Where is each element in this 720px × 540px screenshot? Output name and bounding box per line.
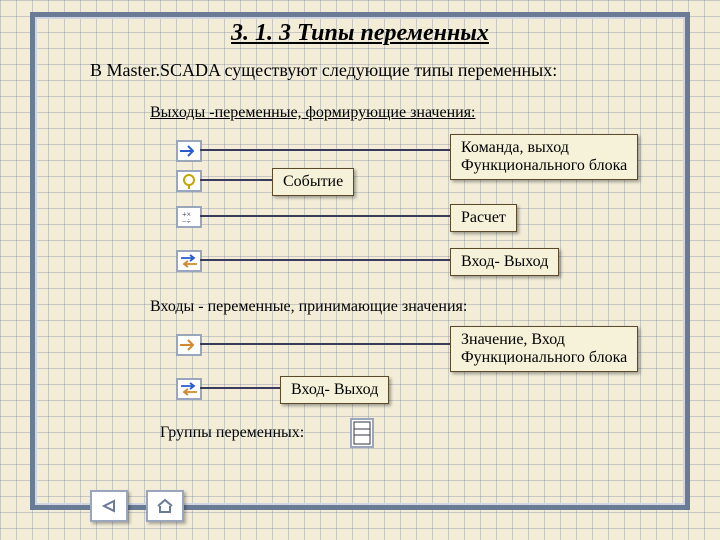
box-command: Команда, выход Функционального блока: [450, 134, 638, 180]
svg-text:−÷: −÷: [182, 217, 192, 226]
arrow-right-icon: [176, 140, 202, 162]
connector: [200, 179, 272, 181]
connector: [200, 387, 280, 389]
connector: [200, 215, 450, 217]
section-inputs: Входы - переменные, принимающие значения…: [150, 298, 467, 316]
connector: [200, 149, 450, 151]
slide: { "title": "3. 1. 3 Типы переменных", "s…: [0, 0, 720, 540]
lightbulb-icon: [176, 170, 202, 192]
box-io1: Вход- Выход: [450, 248, 559, 276]
home-button[interactable]: [146, 490, 184, 522]
box-event: Событие: [272, 168, 354, 196]
section-groups: Группы переменных:: [160, 424, 304, 442]
bidir-icon: [176, 378, 202, 400]
box-calc: Расчет: [450, 204, 517, 232]
calc-icon: +×−÷: [176, 206, 202, 228]
nav-bar: [90, 490, 184, 522]
arrow-right-orange-icon: [176, 334, 202, 356]
box-value: Значение, Вход Функционального блока: [450, 326, 638, 372]
bidir-icon: [176, 250, 202, 272]
page-subtitle: В Master.SCADA существуют следующие типы…: [90, 60, 557, 81]
box-io2: Вход- Выход: [280, 376, 389, 404]
prev-button[interactable]: [90, 490, 128, 522]
section-outputs: Выходы -переменные, формирующие значения…: [150, 104, 476, 122]
connector: [200, 259, 450, 261]
connector: [200, 343, 450, 345]
page-title: 3. 1. 3 Типы переменных: [0, 20, 720, 47]
group-icon: [350, 418, 374, 448]
